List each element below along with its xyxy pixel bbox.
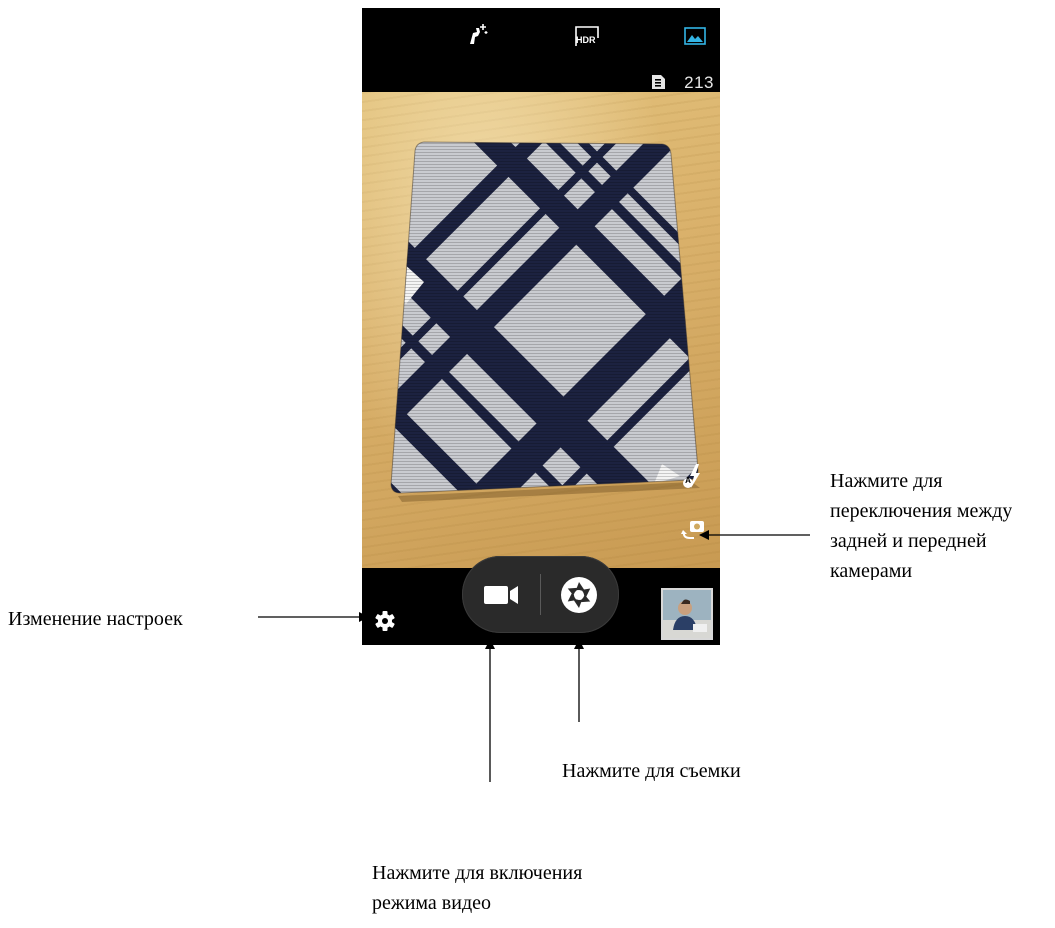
- shutter-note: Нажмите для съемки: [562, 760, 741, 782]
- video-note-line: режима видео: [372, 892, 491, 914]
- video-note-line: Нажмите для включения: [372, 862, 583, 884]
- switch-camera-note-line: камерами: [830, 560, 913, 580]
- switch-camera-note-line: задней и передней: [830, 530, 987, 552]
- switch-camera-note: Нажмите для переключения между задней и …: [830, 466, 1012, 580]
- switch-camera-note-line: Нажмите для: [830, 470, 943, 492]
- video-note: Нажмите для включения режима видео: [372, 858, 582, 918]
- annotation-arrows: [258, 530, 810, 782]
- switch-camera-note-line: переключения между: [830, 500, 1013, 522]
- manual-page: HDR 213 A Изменение настроек Нажмите для…: [0, 0, 1055, 928]
- settings-note: Изменение настроек: [8, 608, 183, 630]
